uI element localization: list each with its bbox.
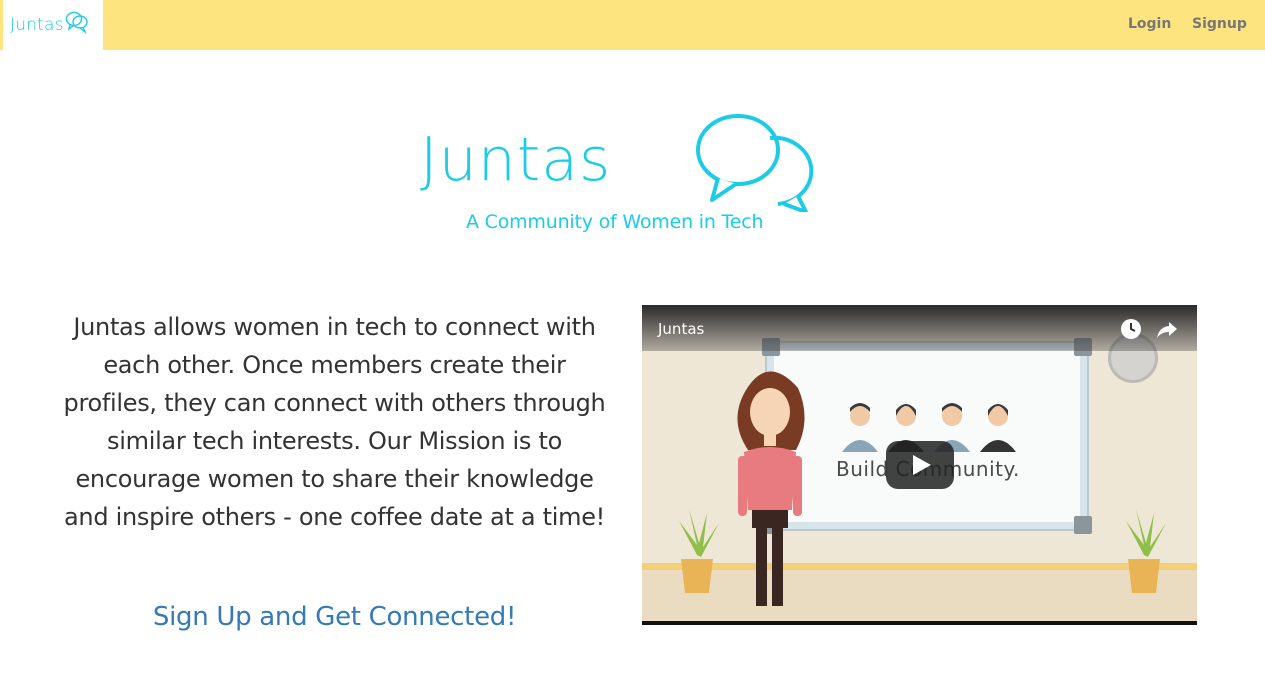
watch-later-icon[interactable] <box>1120 318 1142 340</box>
plant-left-illustration <box>679 509 719 593</box>
video-player[interactable]: Build Community. Juntas <box>642 305 1197 625</box>
share-icon[interactable] <box>1156 320 1178 340</box>
brand-name: Juntas <box>10 15 64 35</box>
speech-bubbles-icon <box>696 114 814 212</box>
video-title[interactable]: Juntas <box>658 320 704 338</box>
hero-tagline: A Community of Women in Tech <box>466 211 764 233</box>
signup-link[interactable]: Signup <box>1192 16 1247 32</box>
brand-logo-link[interactable]: Juntas <box>3 0 103 50</box>
top-navbar: Juntas Login Signup <box>0 0 1265 50</box>
mission-description: Juntas allows women in tech to connect w… <box>63 313 606 531</box>
login-link[interactable]: Login <box>1128 16 1171 32</box>
play-icon[interactable] <box>886 441 954 489</box>
hero-title: Juntas <box>420 125 612 195</box>
signup-cta-link[interactable]: Sign Up and Get Connected! <box>58 602 611 632</box>
video-bottom-border <box>642 621 1197 625</box>
video-title-bar <box>642 305 1197 351</box>
plant-right-illustration <box>1126 509 1166 593</box>
hero-logo: Juntas A Community of Women in Tech <box>420 112 840 242</box>
speech-bubbles-icon <box>65 11 88 34</box>
